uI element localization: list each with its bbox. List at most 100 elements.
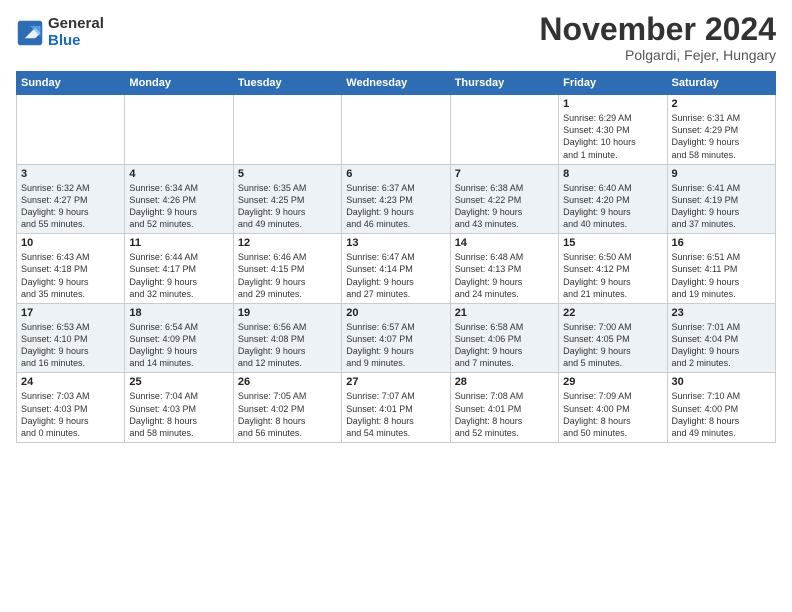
table-row: 23Sunrise: 7:01 AM Sunset: 4:04 PM Dayli…: [667, 303, 775, 373]
day-number: 23: [672, 307, 771, 319]
day-number: 28: [455, 376, 554, 388]
table-row: 4Sunrise: 6:34 AM Sunset: 4:26 PM Daylig…: [125, 164, 233, 234]
table-row: 2 Sunrise: 6:31 AM Sunset: 4:29 PM Daylig…: [667, 95, 775, 165]
day-detail: Sunrise: 6:51 AM Sunset: 4:11 PM Dayligh…: [672, 251, 771, 300]
day-number: 9: [672, 168, 771, 180]
logo-text: General Blue: [48, 16, 104, 49]
week-row-4: 24Sunrise: 7:03 AM Sunset: 4:03 PM Dayli…: [17, 373, 776, 443]
table-row: [450, 95, 558, 165]
day-detail: Sunrise: 7:00 AM Sunset: 4:05 PM Dayligh…: [563, 321, 662, 370]
day-number: 26: [238, 376, 337, 388]
table-row: 24Sunrise: 7:03 AM Sunset: 4:03 PM Dayli…: [17, 373, 125, 443]
table-row: 12Sunrise: 6:46 AM Sunset: 4:15 PM Dayli…: [233, 234, 341, 304]
location: Polgardi, Fejer, Hungary: [539, 47, 776, 63]
day-detail: Sunrise: 7:03 AM Sunset: 4:03 PM Dayligh…: [21, 390, 120, 439]
table-row: 13Sunrise: 6:47 AM Sunset: 4:14 PM Dayli…: [342, 234, 450, 304]
day-detail: Sunrise: 6:57 AM Sunset: 4:07 PM Dayligh…: [346, 321, 445, 370]
day-detail: Sunrise: 6:38 AM Sunset: 4:22 PM Dayligh…: [455, 182, 554, 231]
day-number: 2: [672, 98, 771, 110]
day-detail: Sunrise: 7:09 AM Sunset: 4:00 PM Dayligh…: [563, 390, 662, 439]
day-number: 5: [238, 168, 337, 180]
header-wednesday: Wednesday: [342, 72, 450, 95]
table-row: 15Sunrise: 6:50 AM Sunset: 4:12 PM Dayli…: [559, 234, 667, 304]
day-number: 27: [346, 376, 445, 388]
header-thursday: Thursday: [450, 72, 558, 95]
day-detail: Sunrise: 6:41 AM Sunset: 4:19 PM Dayligh…: [672, 182, 771, 231]
table-row: 1Sunrise: 6:29 AM Sunset: 4:30 PM Daylig…: [559, 95, 667, 165]
day-detail: Sunrise: 6:56 AM Sunset: 4:08 PM Dayligh…: [238, 321, 337, 370]
week-row-3: 17 Sunrise: 6:53 AM Sunset: 4:10 PM Dayli…: [17, 303, 776, 373]
table-row: 19 Sunrise: 6:56 AM Sunset: 4:08 PM Dayli…: [233, 303, 341, 373]
day-detail: Sunrise: 6:37 AM Sunset: 4:23 PM Dayligh…: [346, 182, 445, 231]
day-number: 14: [455, 237, 554, 249]
table-row: 28 Sunrise: 7:08 AM Sunset: 4:01 PM Dayli…: [450, 373, 558, 443]
header: General Blue November 2024 Polgardi, Fej…: [16, 12, 776, 63]
day-detail: Sunrise: 6:31 AM Sunset: 4:29 PM Dayligh…: [672, 112, 771, 161]
logo-blue-text: Blue: [48, 33, 104, 50]
day-detail: Sunrise: 6:29 AM Sunset: 4:30 PM Dayligh…: [563, 112, 662, 161]
table-row: 26 Sunrise: 7:05 AM Sunset: 4:02 PM Dayli…: [233, 373, 341, 443]
month-title: November 2024: [539, 12, 776, 47]
day-detail: Sunrise: 7:10 AM Sunset: 4:00 PM Dayligh…: [672, 390, 771, 439]
day-number: 15: [563, 237, 662, 249]
header-tuesday: Tuesday: [233, 72, 341, 95]
day-number: 7: [455, 168, 554, 180]
day-detail: Sunrise: 6:43 AM Sunset: 4:18 PM Dayligh…: [21, 251, 120, 300]
day-detail: Sunrise: 6:54 AM Sunset: 4:09 PM Dayligh…: [129, 321, 228, 370]
day-number: 17: [21, 307, 120, 319]
table-row: 14Sunrise: 6:48 AM Sunset: 4:13 PM Dayli…: [450, 234, 558, 304]
table-row: 10 Sunrise: 6:43 AM Sunset: 4:18 PM Dayli…: [17, 234, 125, 304]
logo-icon: [16, 19, 44, 47]
day-detail: Sunrise: 7:08 AM Sunset: 4:01 PM Dayligh…: [455, 390, 554, 439]
header-monday: Monday: [125, 72, 233, 95]
logo-general-text: General: [48, 16, 104, 33]
day-number: 21: [455, 307, 554, 319]
logo: General Blue: [16, 16, 104, 49]
table-row: 16 Sunrise: 6:51 AM Sunset: 4:11 PM Dayli…: [667, 234, 775, 304]
table-row: [342, 95, 450, 165]
table-row: 3Sunrise: 6:32 AM Sunset: 4:27 PM Daylig…: [17, 164, 125, 234]
day-number: 19: [238, 307, 337, 319]
day-number: 6: [346, 168, 445, 180]
table-row: [125, 95, 233, 165]
title-area: November 2024 Polgardi, Fejer, Hungary: [539, 12, 776, 63]
day-detail: Sunrise: 6:34 AM Sunset: 4:26 PM Dayligh…: [129, 182, 228, 231]
day-number: 29: [563, 376, 662, 388]
table-row: 6 Sunrise: 6:37 AM Sunset: 4:23 PM Daylig…: [342, 164, 450, 234]
header-friday: Friday: [559, 72, 667, 95]
day-number: 16: [672, 237, 771, 249]
day-number: 30: [672, 376, 771, 388]
day-number: 12: [238, 237, 337, 249]
day-detail: Sunrise: 6:53 AM Sunset: 4:10 PM Dayligh…: [21, 321, 120, 370]
week-row-0: 1Sunrise: 6:29 AM Sunset: 4:30 PM Daylig…: [17, 95, 776, 165]
table-row: 21Sunrise: 6:58 AM Sunset: 4:06 PM Dayli…: [450, 303, 558, 373]
weekday-header-row: Sunday Monday Tuesday Wednesday Thursday…: [17, 72, 776, 95]
week-row-1: 3Sunrise: 6:32 AM Sunset: 4:27 PM Daylig…: [17, 164, 776, 234]
table-row: 25Sunrise: 7:04 AM Sunset: 4:03 PM Dayli…: [125, 373, 233, 443]
table-row: 22Sunrise: 7:00 AM Sunset: 4:05 PM Dayli…: [559, 303, 667, 373]
day-number: 8: [563, 168, 662, 180]
table-row: 29 Sunrise: 7:09 AM Sunset: 4:00 PM Dayli…: [559, 373, 667, 443]
table-row: 5 Sunrise: 6:35 AM Sunset: 4:25 PM Daylig…: [233, 164, 341, 234]
table-row: 17 Sunrise: 6:53 AM Sunset: 4:10 PM Dayli…: [17, 303, 125, 373]
day-number: 18: [129, 307, 228, 319]
day-detail: Sunrise: 7:05 AM Sunset: 4:02 PM Dayligh…: [238, 390, 337, 439]
table-row: 20Sunrise: 6:57 AM Sunset: 4:07 PM Dayli…: [342, 303, 450, 373]
day-detail: Sunrise: 6:35 AM Sunset: 4:25 PM Dayligh…: [238, 182, 337, 231]
header-sunday: Sunday: [17, 72, 125, 95]
day-detail: Sunrise: 6:40 AM Sunset: 4:20 PM Dayligh…: [563, 182, 662, 231]
day-number: 10: [21, 237, 120, 249]
day-number: 11: [129, 237, 228, 249]
table-row: 8 Sunrise: 6:40 AM Sunset: 4:20 PM Daylig…: [559, 164, 667, 234]
day-detail: Sunrise: 6:47 AM Sunset: 4:14 PM Dayligh…: [346, 251, 445, 300]
table-row: 9 Sunrise: 6:41 AM Sunset: 4:19 PM Daylig…: [667, 164, 775, 234]
day-number: 25: [129, 376, 228, 388]
day-detail: Sunrise: 6:44 AM Sunset: 4:17 PM Dayligh…: [129, 251, 228, 300]
table-row: 18 Sunrise: 6:54 AM Sunset: 4:09 PM Dayli…: [125, 303, 233, 373]
table-row: 30 Sunrise: 7:10 AM Sunset: 4:00 PM Dayli…: [667, 373, 775, 443]
header-saturday: Saturday: [667, 72, 775, 95]
table-row: 27Sunrise: 7:07 AM Sunset: 4:01 PM Dayli…: [342, 373, 450, 443]
day-number: 3: [21, 168, 120, 180]
table-row: 7 Sunrise: 6:38 AM Sunset: 4:22 PM Daylig…: [450, 164, 558, 234]
table-row: [233, 95, 341, 165]
